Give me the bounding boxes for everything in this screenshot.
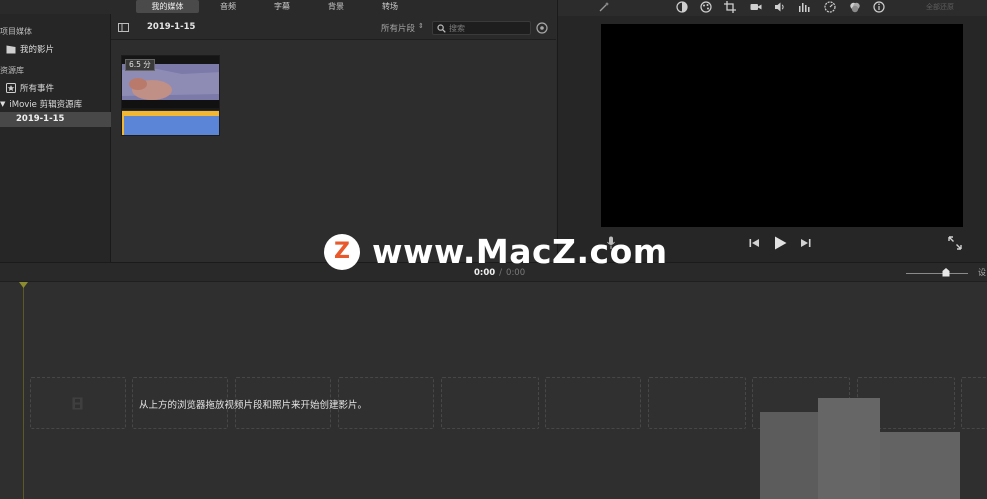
browser-header: 2019-1-15 所有片段 ⇕ 搜索	[111, 14, 556, 40]
color-balance-icon[interactable]	[676, 1, 688, 13]
watermark-text: www.MacZ.com	[372, 232, 668, 271]
play-icon[interactable]	[774, 236, 787, 250]
timeline-placeholder-slot	[961, 377, 987, 429]
clip-duration-badge: 6.5 分	[125, 59, 155, 71]
disclosure-triangle-icon[interactable]: ▼	[0, 100, 5, 108]
zoom-slider-track[interactable]	[906, 273, 968, 274]
settings-gear-icon[interactable]	[536, 22, 548, 34]
zoom-slider-knob[interactable]	[942, 268, 950, 277]
obscured-region	[880, 432, 960, 499]
sidebar-item-label: 我的影片	[20, 45, 55, 55]
library-heading: 资源库	[0, 66, 24, 75]
clip-filter-label: 所有片段	[381, 24, 416, 34]
tab-backgrounds[interactable]: 背景	[316, 0, 356, 13]
updown-chevron-icon: ⇕	[418, 22, 424, 30]
info-icon[interactable]	[873, 1, 885, 13]
crop-icon[interactable]	[724, 1, 736, 13]
media-browser: 2019-1-15 所有片段 ⇕ 搜索 6.5 分	[111, 14, 556, 262]
timeline-placeholder-slot	[545, 377, 641, 429]
watermark: Z www.MacZ.com	[324, 232, 668, 271]
watermark-logo: Z	[324, 233, 360, 270]
film-strip-icon	[72, 397, 83, 410]
timeline-placeholder-slot	[441, 377, 539, 429]
volume-icon[interactable]	[774, 1, 786, 13]
timeline-placeholder-slot	[648, 377, 746, 429]
clapperboard-icon	[6, 45, 16, 53]
skip-back-icon[interactable]	[749, 238, 760, 248]
reset-all-button[interactable]: 全部还原	[926, 2, 954, 12]
video-preview	[601, 24, 963, 227]
search-placeholder: 搜索	[449, 24, 465, 33]
search-field[interactable]: 搜索	[432, 21, 531, 35]
color-palette-icon[interactable]	[700, 1, 712, 13]
viewer-panel: 全部还原	[557, 0, 987, 262]
filter-circles-icon[interactable]	[849, 1, 861, 13]
star-box-icon	[6, 83, 16, 93]
timeline-empty-hint: 从上方的浏览器拖放视频片段和照片来开始创建影片。	[139, 400, 368, 411]
tab-audio[interactable]: 音频	[208, 0, 248, 13]
timeline-placeholder-slot	[30, 377, 126, 429]
sidebar-toggle-icon[interactable]	[118, 23, 129, 32]
timeline-settings-button[interactable]: 设	[978, 267, 986, 278]
watermark-logo-letter: Z	[334, 239, 350, 264]
magic-wand-icon[interactable]	[598, 1, 610, 13]
equalizer-icon[interactable]	[798, 1, 810, 13]
library-sidebar: 项目媒体 我的影片 资源库 所有事件 ▼ iMovie 剪辑资源库 2019-1…	[0, 14, 111, 262]
sidebar-item-label: iMovie 剪辑资源库	[9, 100, 83, 110]
sidebar-item-label: 所有事件	[20, 84, 55, 94]
playhead-marker-icon[interactable]	[19, 282, 28, 288]
obscured-region	[818, 398, 880, 499]
tab-titles[interactable]: 字幕	[262, 0, 302, 13]
tab-my-media[interactable]: 我的媒体	[136, 0, 199, 13]
project-timeline[interactable]: 从上方的浏览器拖放视频片段和照片来开始创建影片。	[0, 282, 987, 499]
sidebar-item-my-movie[interactable]: 我的影片	[6, 43, 54, 55]
project-media-heading: 项目媒体	[0, 27, 32, 36]
sidebar-item-all-events[interactable]: 所有事件	[6, 82, 54, 94]
skip-forward-icon[interactable]	[800, 238, 811, 248]
search-icon	[437, 24, 446, 33]
media-tab-bar: 我的媒体 音频 字幕 背景 转场	[0, 0, 556, 14]
clip-filter-dropdown[interactable]: 所有片段 ⇕	[381, 22, 424, 34]
event-title: 2019-1-15	[147, 22, 196, 32]
clip-thumbnail[interactable]: 6.5 分	[121, 55, 220, 136]
playhead[interactable]	[23, 282, 24, 499]
sidebar-item-event-label: 2019-1-15	[16, 114, 65, 124]
speed-gauge-icon[interactable]	[824, 1, 836, 13]
tab-transitions[interactable]: 转场	[370, 0, 410, 13]
adjustments-toolbar: 全部还原	[558, 0, 987, 16]
fullscreen-icon[interactable]	[948, 236, 962, 250]
video-camera-icon[interactable]	[750, 1, 762, 13]
sidebar-item-library[interactable]: ▼ iMovie 剪辑资源库	[0, 98, 82, 110]
